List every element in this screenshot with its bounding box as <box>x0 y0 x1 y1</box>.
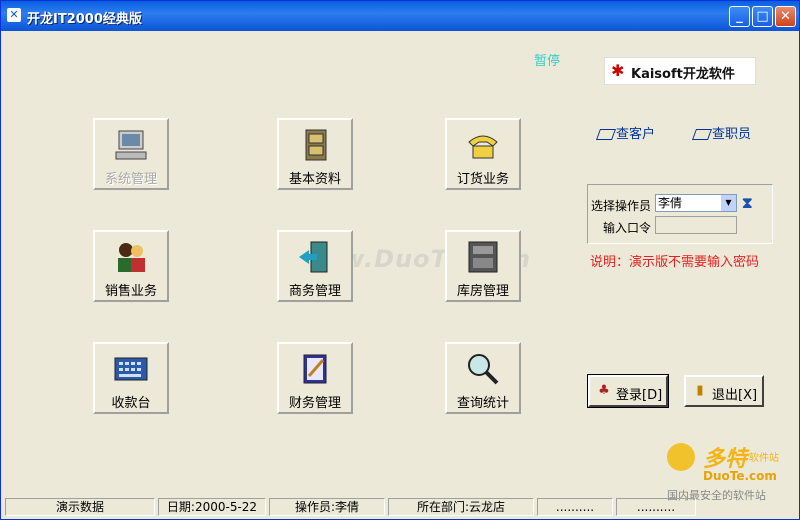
logo-text: Kaisoft开龙软件 <box>631 67 735 82</box>
tile-label: 系统管理 <box>104 172 157 187</box>
tile-finance[interactable]: 财务管理 <box>277 342 353 414</box>
link-query-customer[interactable]: 查客户 <box>595 123 656 142</box>
maximize-button[interactable]: □ <box>752 6 773 27</box>
tile-label: 商务管理 <box>288 284 341 299</box>
demo-note: 说明：演示版不需要输入密码 <box>590 255 760 270</box>
tile-basic-data[interactable]: 基本资料 <box>277 118 353 190</box>
link-label: 查职员 <box>712 127 752 142</box>
users-icon: ♣ <box>598 383 610 398</box>
status-operator: 操作员:李倩 <box>269 498 385 516</box>
tile-label: 订货业务 <box>456 172 509 187</box>
computer-icon <box>113 128 149 162</box>
status-extra-2: .......... <box>616 498 696 516</box>
link-query-employee[interactable]: 查职员 <box>691 123 752 142</box>
minimize-button[interactable]: _ <box>729 6 750 27</box>
people-icon <box>113 240 149 274</box>
tile-label: 销售业务 <box>104 284 157 299</box>
status-mode: 演示数据 <box>5 498 155 516</box>
tile-label: 基本资料 <box>288 172 341 187</box>
notebook-icon <box>297 352 333 386</box>
status-bar: 演示数据 日期:2000-5-22 操作员:李倩 所在部门:云龙店 ......… <box>1 497 799 519</box>
password-label: 输入口令 <box>603 221 652 235</box>
hourglass-icon: ⧗ <box>742 194 753 212</box>
operator-label: 选择操作员 <box>591 199 652 213</box>
door-icon <box>297 240 333 274</box>
status-date: 日期:2000-5-22 <box>158 498 266 516</box>
window-title: 开龙IT2000经典版 <box>27 12 142 27</box>
exit-button-label: 退出[X] <box>712 388 758 403</box>
operator-select[interactable]: 李倩 ▼ <box>655 194 737 212</box>
tile-warehouse[interactable]: 库房管理 <box>445 230 521 302</box>
tile-system-management[interactable]: 系统管理 <box>93 118 169 190</box>
warehouse-icon <box>465 240 501 274</box>
exit-door-icon: ▮ <box>696 383 704 398</box>
password-input[interactable] <box>655 216 737 234</box>
login-button-label: 登录[D] <box>616 388 663 403</box>
book-icon <box>691 129 713 140</box>
tile-label: 收款台 <box>111 396 151 411</box>
watermark-brand-small: 软件站 <box>749 453 779 464</box>
tile-label: 财务管理 <box>288 396 341 411</box>
login-button[interactable]: ♣ 登录[D] <box>587 374 669 408</box>
kaisoft-logo: ✱ Kaisoft开龙软件 <box>604 57 756 85</box>
tile-ordering[interactable]: 订货业务 <box>445 118 521 190</box>
dropdown-arrow-icon[interactable]: ▼ <box>721 195 736 211</box>
tile-cashier[interactable]: 收款台 <box>93 342 169 414</box>
tile-query-statistics[interactable]: 查询统计 <box>445 342 521 414</box>
watermark-site: DuoTe.com <box>703 469 777 483</box>
logo-mark-icon: ✱ <box>611 61 625 80</box>
magnifier-icon <box>465 352 501 386</box>
pause-status: 暂停 <box>534 54 561 69</box>
tile-sales[interactable]: 销售业务 <box>93 230 169 302</box>
tile-business[interactable]: 商务管理 <box>277 230 353 302</box>
tile-label: 库房管理 <box>456 284 509 299</box>
telephone-icon <box>465 128 501 162</box>
book-icon <box>595 129 617 140</box>
link-label: 查客户 <box>616 127 656 142</box>
main-window: ✕ 开龙IT2000经典版 _ □ ✕ 暂停 ✱ Kaisoft开龙软件 www… <box>0 0 800 520</box>
tile-label: 查询统计 <box>456 396 509 411</box>
close-button[interactable]: ✕ <box>775 6 796 27</box>
mascot-icon <box>667 443 695 471</box>
status-department: 所在部门:云龙店 <box>388 498 534 516</box>
app-icon: ✕ <box>7 8 21 22</box>
cabinet-icon <box>297 128 333 162</box>
operator-value: 李倩 <box>658 196 683 210</box>
calculator-icon <box>113 352 149 386</box>
exit-button[interactable]: ▮ 退出[X] <box>684 375 764 407</box>
duote-watermark: 多特 软件站 DuoTe.com 国内最安全的软件站 <box>651 441 799 502</box>
status-extra-1: .......... <box>537 498 613 516</box>
title-bar[interactable]: ✕ 开龙IT2000经典版 _ □ ✕ <box>1 1 799 31</box>
